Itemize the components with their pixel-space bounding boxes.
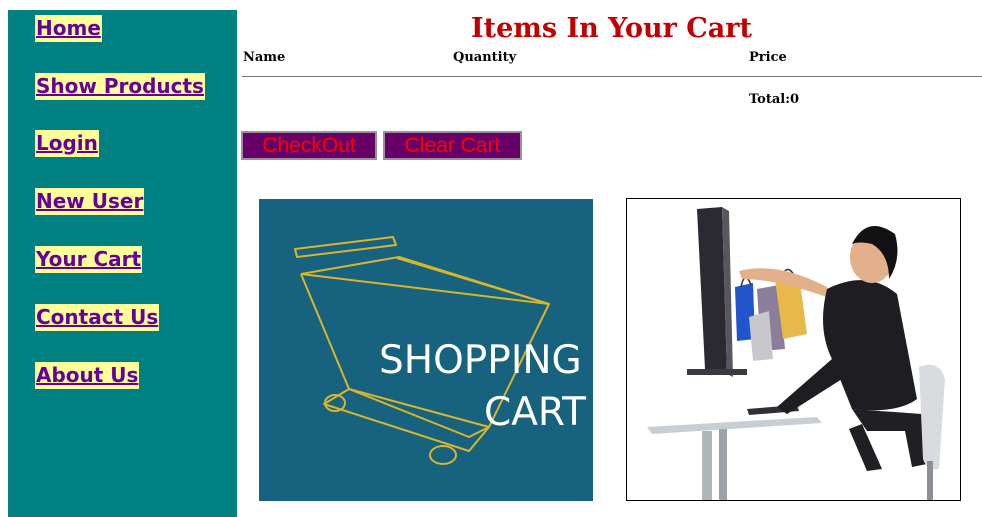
column-header-price: Price bbox=[749, 50, 787, 65]
shopping-cart-image: SHOPPING CART bbox=[259, 199, 593, 501]
nav-link-about-us[interactable]: About Us bbox=[35, 362, 140, 389]
nav-link-your-cart[interactable]: Your Cart bbox=[35, 246, 143, 273]
column-header-name: Name bbox=[243, 50, 286, 65]
clear-cart-button[interactable]: Clear Cart bbox=[383, 131, 522, 160]
woman-laptop-shopping-icon bbox=[647, 207, 945, 500]
sidebar-nav: Home Show Products Login New User Your C… bbox=[8, 10, 237, 517]
table-divider bbox=[242, 76, 982, 77]
cart-text: CART bbox=[484, 390, 586, 435]
column-header-quantity: Quantity bbox=[453, 50, 517, 65]
nav-link-login[interactable]: Login bbox=[35, 130, 99, 157]
checkout-button[interactable]: CheckOut bbox=[241, 131, 377, 160]
cart-total: Total:0 bbox=[749, 92, 800, 107]
online-shopping-photo bbox=[626, 198, 961, 501]
nav-link-contact-us[interactable]: Contact Us bbox=[35, 304, 160, 331]
nav-link-new-user[interactable]: New User bbox=[35, 188, 145, 215]
nav-link-show-products[interactable]: Show Products bbox=[35, 73, 205, 100]
shopping-cart-icon: SHOPPING CART bbox=[294, 236, 586, 465]
page-title: Items In Your Cart bbox=[471, 13, 752, 44]
shopping-text: SHOPPING bbox=[379, 338, 582, 383]
nav-link-home[interactable]: Home bbox=[35, 15, 102, 42]
